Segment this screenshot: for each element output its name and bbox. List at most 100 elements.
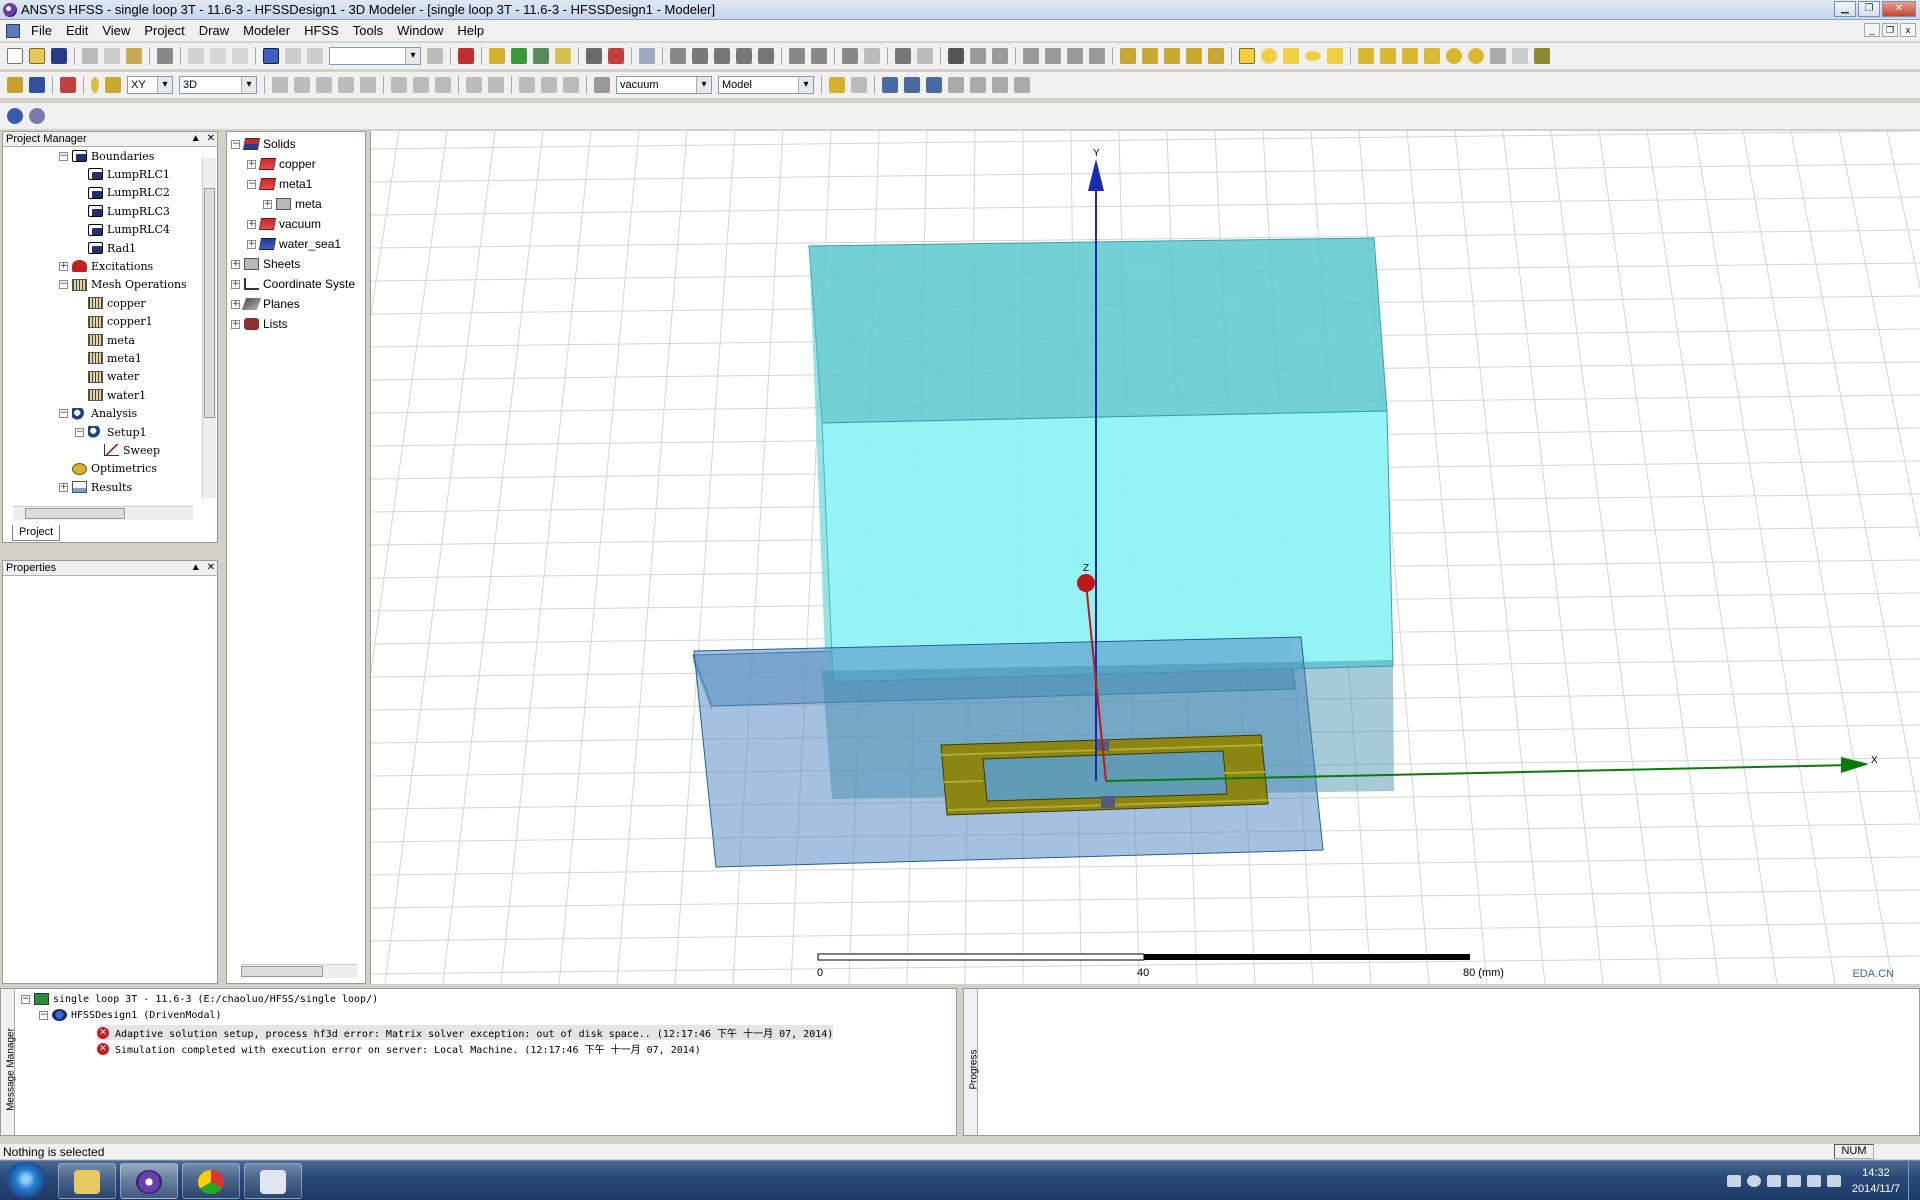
- menu-window[interactable]: Window: [390, 23, 450, 38]
- imprint-icon[interactable]: [360, 77, 376, 93]
- minimize-button[interactable]: ▁: [1834, 1, 1856, 17]
- tree-item[interactable]: − Solids: [231, 136, 296, 152]
- tree-item[interactable]: + Excitations: [59, 258, 153, 274]
- expand-icon[interactable]: +: [231, 319, 240, 329]
- menu-project[interactable]: Project: [137, 23, 191, 38]
- draw-box-icon[interactable]: [1358, 48, 1374, 64]
- help-tray-icon[interactable]: [1746, 1175, 1761, 1187]
- draw-spline-icon[interactable]: [1142, 48, 1158, 64]
- flag-icon[interactable]: [1786, 1175, 1801, 1187]
- tree-item[interactable]: + vacuum: [247, 216, 321, 232]
- collapse-icon[interactable]: −: [59, 151, 68, 161]
- draw-cylinder-icon[interactable]: [1380, 48, 1396, 64]
- tree-item[interactable]: + Sheets: [231, 256, 300, 272]
- tree-item[interactable]: + water_sea1: [247, 236, 341, 252]
- split-icon[interactable]: [338, 77, 354, 93]
- relative-cs-icon[interactable]: [882, 77, 898, 93]
- validate-icon[interactable]: [489, 48, 505, 64]
- tree-item[interactable]: LumpRLC2: [75, 185, 170, 201]
- tree-item[interactable]: + Coordinate Syste: [231, 276, 355, 292]
- tree-item[interactable]: water: [75, 369, 139, 385]
- draw-spiral-icon[interactable]: [1512, 48, 1528, 64]
- tree-item[interactable]: + copper: [247, 156, 316, 172]
- tree-item[interactable]: LumpRLC3: [75, 203, 170, 219]
- menu-tools[interactable]: Tools: [346, 23, 390, 38]
- view-iso-icon[interactable]: [1089, 48, 1105, 64]
- collapse-icon[interactable]: −: [59, 280, 68, 290]
- collapse-icon[interactable]: −: [247, 179, 256, 189]
- duplicate-mirror-icon[interactable]: [563, 77, 579, 93]
- copy-icon[interactable]: [104, 48, 120, 64]
- fit-all-icon[interactable]: [789, 48, 805, 64]
- project-tree-hscroll[interactable]: [13, 506, 193, 520]
- draw-region-icon[interactable]: [1327, 48, 1343, 64]
- draw-circle-icon[interactable]: [1261, 48, 1277, 64]
- menu-edit[interactable]: Edit: [59, 23, 95, 38]
- tree-item[interactable]: + Planes: [231, 296, 300, 312]
- menu-help[interactable]: Help: [450, 23, 491, 38]
- mirror-icon[interactable]: [435, 77, 451, 93]
- plot-icon[interactable]: [608, 48, 624, 64]
- taskbar-hfss-button[interactable]: [120, 1163, 178, 1199]
- create-object-list-icon[interactable]: [851, 77, 867, 93]
- plane-combo[interactable]: XY: [127, 76, 173, 94]
- expand-icon[interactable]: +: [231, 259, 240, 269]
- tree-item[interactable]: + meta: [263, 196, 322, 212]
- draw-rectangle-icon[interactable]: [1239, 48, 1255, 64]
- draw-equation-icon[interactable]: [1208, 48, 1224, 64]
- hide-icon[interactable]: [970, 48, 986, 64]
- point-icon[interactable]: [91, 77, 99, 93]
- delete-icon[interactable]: [188, 48, 204, 64]
- expand-icon[interactable]: +: [247, 219, 256, 229]
- expand-icon[interactable]: +: [231, 279, 240, 289]
- tree-item[interactable]: Sweep: [91, 442, 160, 458]
- measure-length-icon[interactable]: [992, 77, 1008, 93]
- zoom-in-out-icon[interactable]: [758, 48, 774, 64]
- help-icon[interactable]: [7, 77, 23, 93]
- field-overlay-icon[interactable]: [533, 48, 549, 64]
- tree-item[interactable]: copper1: [75, 314, 153, 330]
- print-icon[interactable]: [157, 48, 173, 64]
- measure-icon[interactable]: [586, 48, 602, 64]
- select-edges-icon[interactable]: [307, 48, 323, 64]
- draw-helix-icon[interactable]: [1490, 48, 1506, 64]
- measure-distance-icon[interactable]: [970, 77, 986, 93]
- tree-item[interactable]: LumpRLC4: [75, 222, 170, 238]
- expand-icon[interactable]: +: [231, 299, 240, 309]
- create-region-icon[interactable]: [829, 77, 845, 93]
- menu-modeler[interactable]: Modeler: [236, 23, 297, 38]
- visibility-icon[interactable]: [948, 48, 964, 64]
- tree-item[interactable]: − Boundaries: [59, 150, 154, 164]
- draw-regular-polyhedron-icon[interactable]: [1402, 48, 1418, 64]
- tree-item[interactable]: − meta1: [247, 176, 312, 192]
- message-project-line[interactable]: − single loop 3T - 11.6-3 (E:/chaoluo/HF…: [21, 993, 378, 1005]
- whats-this-icon[interactable]: [29, 77, 45, 93]
- subtract-icon[interactable]: [294, 77, 310, 93]
- stop-icon[interactable]: [458, 48, 474, 64]
- start-button[interactable]: [2, 1162, 50, 1200]
- show-desktop-button[interactable]: [1908, 1161, 1920, 1200]
- tab-project[interactable]: Project: [12, 525, 61, 541]
- panel-pin-icon[interactable]: ▲: [191, 132, 201, 146]
- sweep-around-axis-icon[interactable]: [488, 77, 504, 93]
- draw-arc-center-icon[interactable]: [1186, 48, 1202, 64]
- tree-item[interactable]: meta1: [75, 350, 142, 366]
- duplicate-around-axis-icon[interactable]: [541, 77, 557, 93]
- show-icon[interactable]: [992, 48, 1008, 64]
- message-error-2[interactable]: ✕ Simulation completed with execution er…: [97, 1041, 701, 1056]
- mdi-restore-button[interactable]: ❐: [1882, 23, 1898, 37]
- tree-item[interactable]: + Results: [59, 479, 132, 495]
- project-tree-vscroll[interactable]: [202, 158, 216, 498]
- draw-torus-icon[interactable]: [1468, 48, 1484, 64]
- fit-selection-icon[interactable]: [811, 48, 827, 64]
- keyboard-icon[interactable]: [1726, 1175, 1741, 1187]
- scroll-thumb[interactable]: [25, 508, 125, 519]
- expand-icon[interactable]: +: [247, 239, 256, 249]
- taskbar-clock[interactable]: 14:32 2014/11/7: [1844, 1165, 1908, 1197]
- measure-position-icon[interactable]: [948, 77, 964, 93]
- move-icon[interactable]: [391, 77, 407, 93]
- rotate-left-icon[interactable]: [895, 48, 911, 64]
- tree-item[interactable]: LumpRLC1: [75, 166, 170, 182]
- menu-hfss[interactable]: HFSS: [297, 23, 346, 38]
- lumped-port-bottom[interactable]: [1101, 796, 1115, 808]
